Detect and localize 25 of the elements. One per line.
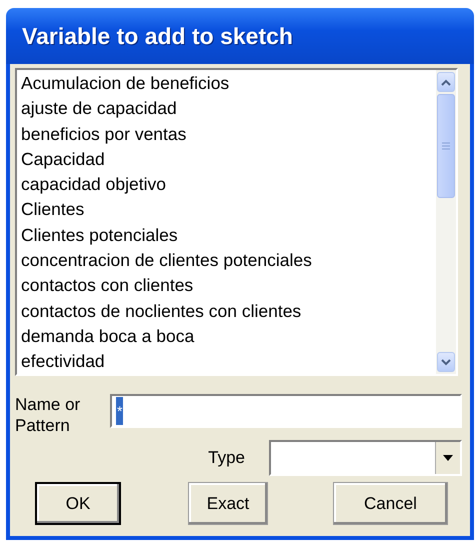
dropdown-caret-icon[interactable] (443, 455, 453, 461)
scroll-down-icon[interactable] (437, 352, 455, 372)
name-label: Name or Pattern (15, 394, 82, 436)
list-item[interactable]: Clientes (21, 197, 436, 223)
scrollbar[interactable] (436, 70, 456, 374)
type-label: Type (208, 448, 245, 468)
list-item[interactable]: contactos de noclientes con clientes (21, 298, 436, 324)
list-item[interactable]: demanda boca a boca (21, 324, 436, 350)
list-item[interactable]: contactos con clientes (21, 273, 436, 299)
dialog-button[interactable]: Cancel (333, 482, 448, 525)
dialog-button[interactable]: Exact (188, 482, 268, 525)
scroll-up-icon[interactable] (437, 72, 455, 92)
list-item[interactable]: beneficios por ventas (21, 122, 436, 147)
list-item[interactable]: Acumulacion de beneficios (21, 71, 436, 96)
dialog-button[interactable]: OK (35, 482, 121, 525)
list-item[interactable]: Capacidad (21, 146, 436, 172)
window-title: Variable to add to sketch (22, 22, 293, 50)
type-dropdown[interactable] (269, 440, 462, 476)
list-item[interactable]: Clientes potenciales (21, 222, 436, 248)
list-item[interactable]: concentracion de clientes potenciales (21, 248, 436, 274)
list-item[interactable]: ajuste de capacidad (21, 96, 436, 122)
list-item[interactable]: efectividad (21, 349, 436, 375)
scroll-thumb[interactable] (437, 94, 455, 198)
list-item[interactable]: capacidad objetivo (21, 172, 436, 198)
name-field[interactable]: * (110, 394, 462, 428)
